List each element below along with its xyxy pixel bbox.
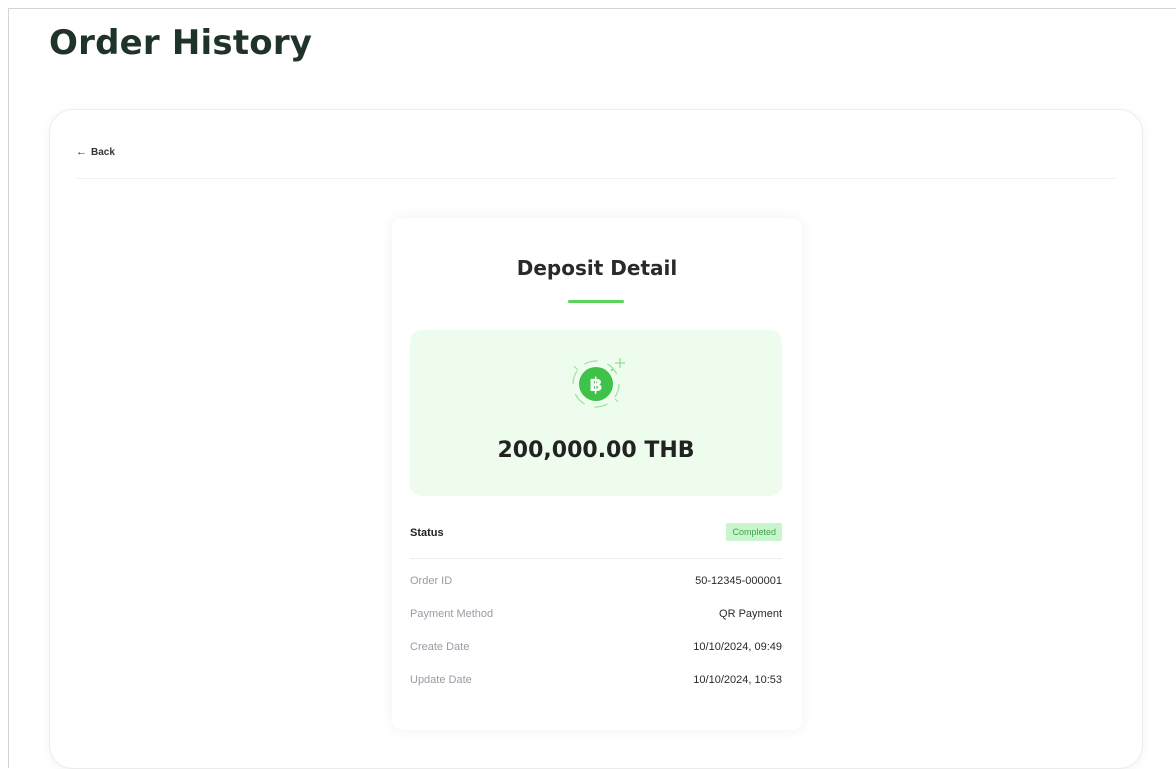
info-row-payment-method: Payment Method QR Payment <box>410 608 782 624</box>
info-label: Create Date <box>410 641 470 653</box>
back-button[interactable]: ← Back <box>76 146 115 158</box>
info-label: Order ID <box>410 575 453 587</box>
status-badge: Completed <box>726 523 782 541</box>
order-detail-card: ← Back Deposit Detail ฿ 200,000.00 THB S… <box>49 109 1143 769</box>
deposit-detail-title: Deposit Detail <box>516 256 678 280</box>
amount-box: ฿ 200,000.00 THB <box>410 330 782 496</box>
deposit-amount: 200,000.00 THB <box>497 438 695 463</box>
info-row-order-id: Order ID 50-12345-000001 <box>410 575 782 591</box>
deposit-detail-panel: Deposit Detail ฿ 200,000.00 THB Status C… <box>392 218 802 730</box>
divider <box>76 178 1116 179</box>
svg-text:฿: ฿ <box>589 374 602 396</box>
info-label: Update Date <box>410 674 472 686</box>
info-label: Payment Method <box>410 608 494 620</box>
info-value: 10/10/2024, 09:49 <box>693 641 782 653</box>
divider <box>410 558 782 559</box>
info-value: QR Payment <box>719 608 782 620</box>
info-value: 50-12345-000001 <box>695 575 782 587</box>
baht-coin-icon: ฿ <box>560 346 632 418</box>
info-row-create-date: Create Date 10/10/2024, 09:49 <box>410 641 782 657</box>
page-container: Order History ← Back Deposit Detail ฿ 20… <box>8 8 1176 769</box>
page-title: Order History <box>49 23 313 63</box>
back-label: Back <box>91 146 115 158</box>
status-row: Status Completed <box>410 523 782 545</box>
title-underline <box>568 300 624 303</box>
info-value: 10/10/2024, 10:53 <box>693 674 782 686</box>
arrow-left-icon: ← <box>76 146 87 158</box>
info-row-update-date: Update Date 10/10/2024, 10:53 <box>410 674 782 690</box>
status-label: Status <box>410 527 444 539</box>
